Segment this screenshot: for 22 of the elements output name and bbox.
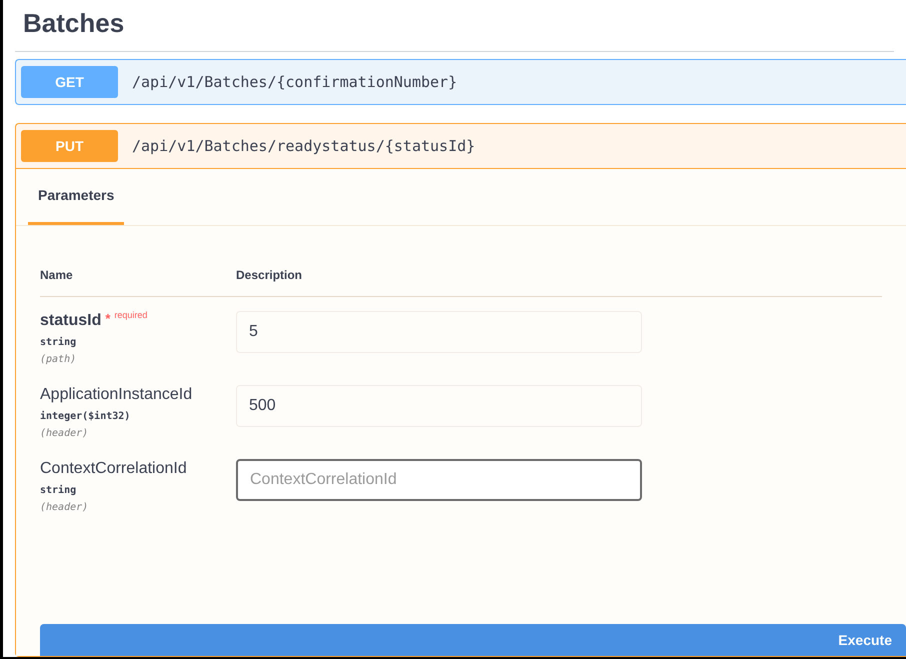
parameter-name: statusId — [40, 311, 102, 331]
parameter-location: (path) — [40, 353, 76, 367]
tab[interactable]: Parameters — [28, 185, 124, 225]
parameter-type: integer($int32) — [40, 410, 130, 424]
endpoint-path[interactable]: /api/v1/Batches/readystatus/{statusId} — [132, 134, 476, 158]
required-label: required — [114, 309, 148, 322]
section-title: Batches — [22, 7, 126, 40]
parameter-type: string — [40, 336, 76, 350]
parameter-name: ContextCorrelationId — [40, 459, 187, 479]
parameter-name: ApplicationInstanceId — [40, 385, 192, 405]
column-header: Name — [40, 267, 74, 284]
column-header: Description — [236, 267, 302, 284]
parameter-location: (header) — [40, 501, 88, 515]
parameter-type: string — [40, 484, 76, 498]
parameter-location: (header) — [40, 427, 88, 441]
input-field[interactable]: 500 — [236, 385, 642, 427]
endpoint-path[interactable]: /api/v1/Batches/{confirmationNumber} — [132, 70, 458, 94]
input-field[interactable]: ContextCorrelationId — [236, 459, 642, 501]
method-badge: PUT — [21, 130, 118, 162]
required-asterisk: * — [105, 310, 110, 328]
method-badge: GET — [21, 66, 118, 98]
input-field[interactable]: 5 — [236, 311, 642, 353]
